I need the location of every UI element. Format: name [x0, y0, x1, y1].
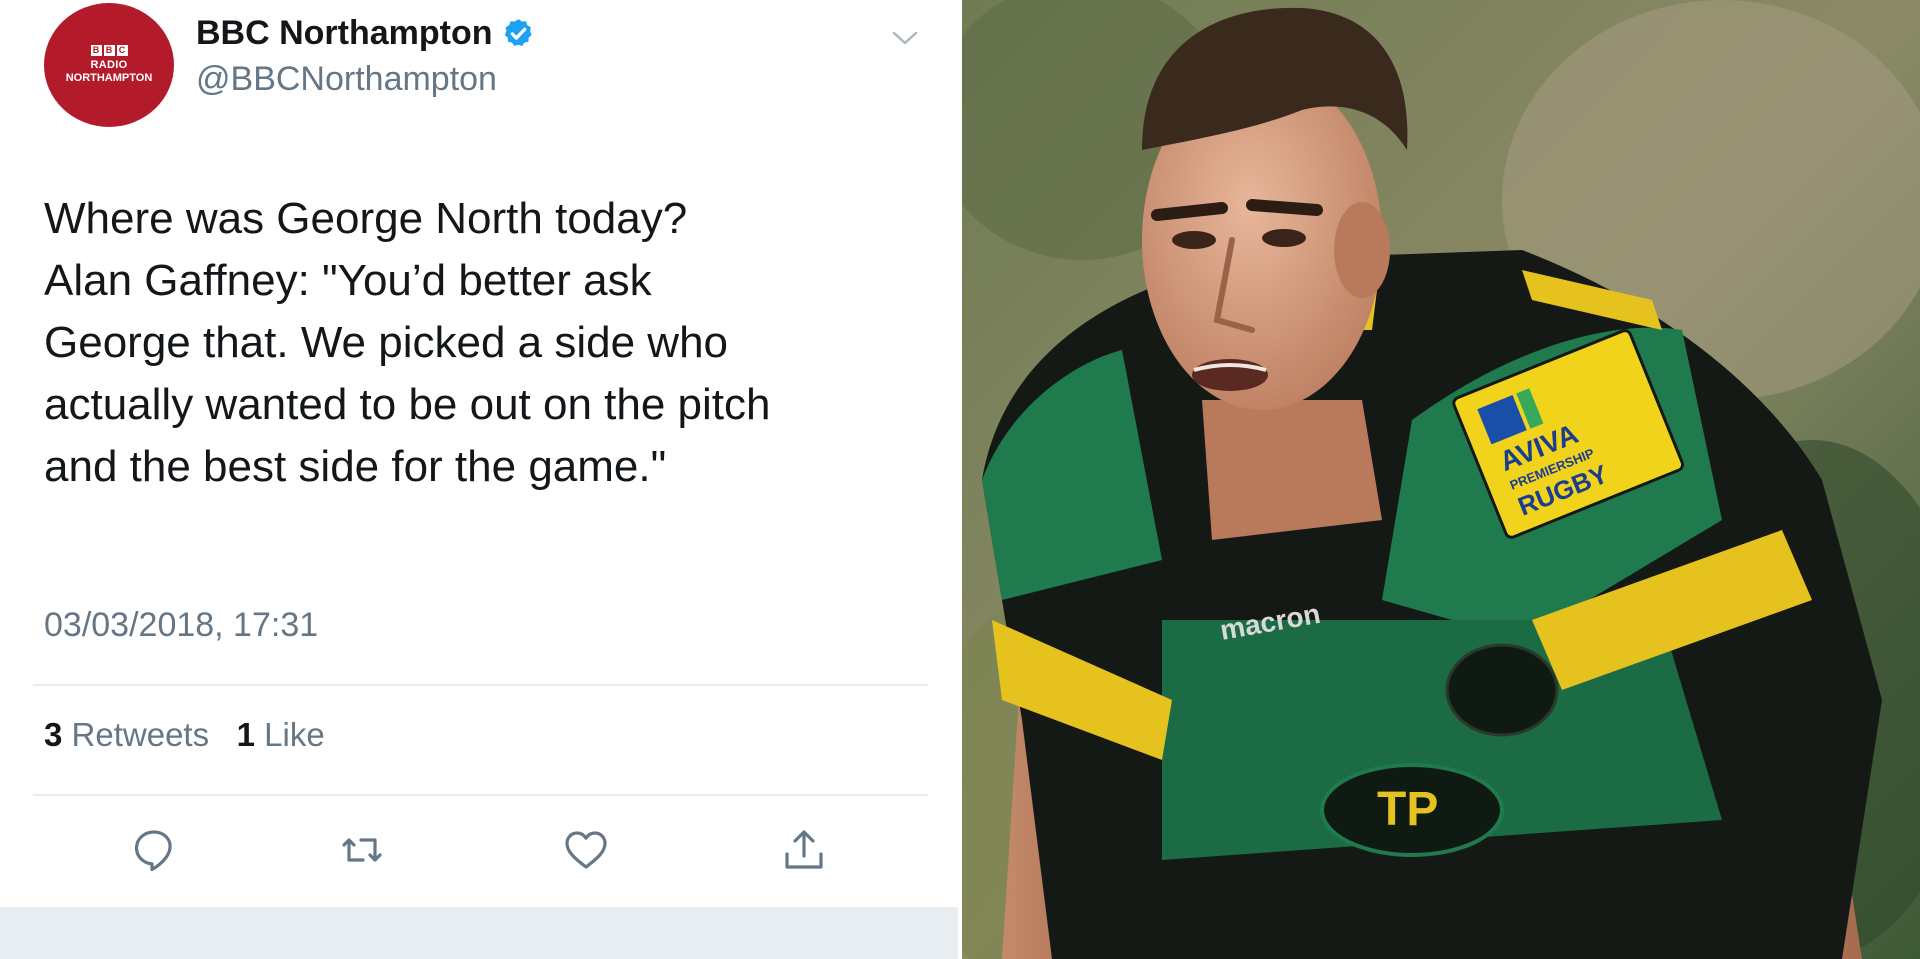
divider: [33, 684, 928, 686]
likes-label: Like: [264, 716, 325, 753]
reply-icon[interactable]: [130, 826, 178, 874]
tweet-actions: [0, 826, 960, 876]
divider: [33, 794, 928, 796]
heart-icon[interactable]: [562, 826, 610, 874]
avatar-station-text: NORTHAMPTON: [65, 72, 153, 84]
account-handle[interactable]: @BBCNorthampton: [196, 60, 497, 99]
tweet-timestamp[interactable]: 03/03/2018, 17:31: [44, 606, 318, 645]
verified-badge-icon: [504, 19, 532, 47]
svg-text:TP: TP: [1377, 783, 1438, 836]
retweet-icon[interactable]: [338, 826, 386, 874]
account-name-text: BBC Northampton: [196, 14, 493, 52]
rugby-player-photo: AVIVA PREMIERSHIP RUGBY macron TP: [962, 0, 1920, 959]
club-crest: [1445, 643, 1559, 737]
avatar-radio-text: RADIO: [90, 59, 128, 71]
tweet-card: B B C RADIO NORTHAMPTON BBC Northampton …: [0, 0, 960, 959]
tweet-text-line: Alan Gaffney: "You’d better ask: [44, 256, 652, 305]
tweet-text: Where was George North today? Alan Gaffn…: [44, 188, 924, 498]
tweet-stats: 3 Retweets 1 Like: [44, 716, 325, 754]
page: B B C RADIO NORTHAMPTON BBC Northampton …: [0, 0, 1920, 959]
account-name[interactable]: BBC Northampton: [196, 14, 535, 53]
tweet-text-line: and the best side for the game.": [44, 442, 667, 491]
tweet-text-line: George that. We picked a side who: [44, 318, 729, 367]
neck: [1202, 400, 1382, 540]
avatar[interactable]: B B C RADIO NORTHAMPTON: [44, 3, 174, 127]
tweet-text-line: Where was George North today?: [44, 194, 688, 243]
likes-count: 1: [236, 716, 255, 753]
retweets-stat[interactable]: 3 Retweets: [44, 716, 218, 753]
chevron-down-icon[interactable]: [890, 26, 920, 50]
retweets-label: Retweets: [71, 716, 210, 753]
share-icon[interactable]: [780, 826, 828, 874]
bbc-letter: B: [103, 45, 115, 56]
retweets-count: 3: [44, 716, 63, 753]
bottom-strip: [0, 907, 958, 959]
tweet-text-line: actually wanted to be out on the pitch: [44, 380, 771, 429]
bbc-letter: B: [90, 45, 102, 56]
likes-stat[interactable]: 1 Like: [237, 716, 325, 753]
bbc-logo: B B C: [90, 45, 128, 56]
player-illustration: AVIVA PREMIERSHIP RUGBY macron TP: [962, 0, 1920, 959]
bbc-letter: C: [116, 45, 128, 56]
